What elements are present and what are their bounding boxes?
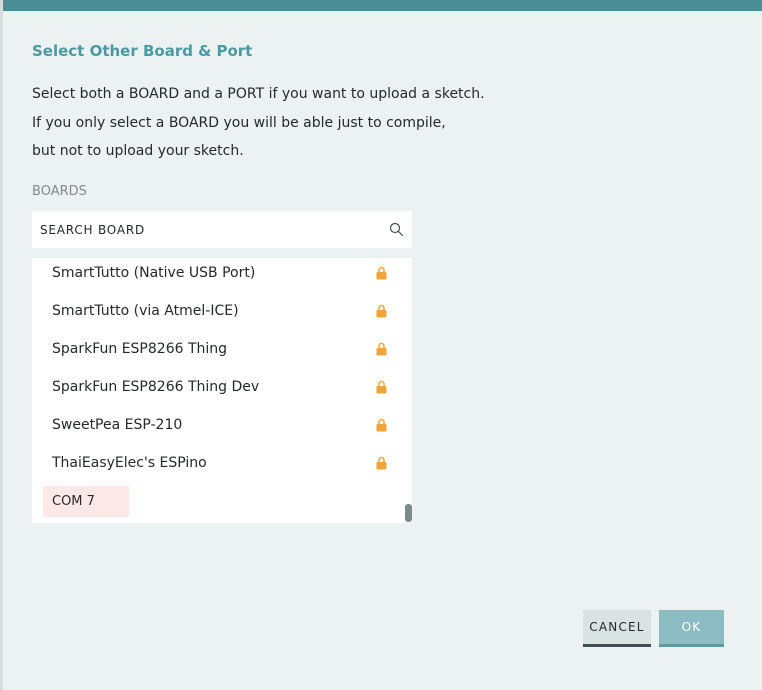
board-list-item[interactable]: SweetPea ESP-210	[32, 408, 397, 446]
board-label: SparkFun ESP8266 Thing	[52, 341, 228, 357]
port-item-com7[interactable]: COM 7	[43, 486, 129, 517]
list-scrollbar-thumb[interactable]	[405, 504, 412, 522]
search-icon[interactable]	[389, 222, 404, 237]
board-label: SmartTutto (via Atmel-ICE)	[52, 303, 239, 319]
board-list-item[interactable]: SparkFun ESP8266 Thing	[32, 332, 397, 370]
search-board-input[interactable]	[40, 211, 380, 248]
lock-icon	[376, 266, 387, 280]
lock-icon	[376, 304, 387, 318]
search-board-box	[32, 211, 412, 248]
port-label: COM 7	[52, 494, 95, 509]
boards-list[interactable]: SmartTutto (Native USB Port) SmartTutto …	[32, 258, 412, 523]
select-board-port-dialog: Select Other Board & Port Select both a …	[3, 0, 762, 690]
board-list-item[interactable]: SmartTutto (via Atmel-ICE)	[32, 294, 397, 332]
lock-icon	[376, 418, 387, 432]
lock-icon	[376, 380, 387, 394]
board-label: SweetPea ESP-210	[52, 417, 183, 433]
boards-label: BOARDS	[32, 184, 87, 199]
board-list-item[interactable]: SparkFun ESP8266 Thing Dev	[32, 370, 397, 408]
dialog-top-bar	[3, 0, 762, 11]
description-line-3: but not to upload your sketch.	[32, 143, 244, 159]
board-list-item[interactable]: ThaiEasyElec's ESPino	[32, 446, 397, 484]
board-list-item[interactable]: SmartTutto (Native USB Port)	[32, 258, 397, 294]
lock-icon	[376, 342, 387, 356]
lock-icon	[376, 456, 387, 470]
board-label: ThaiEasyElec's ESPino	[52, 455, 207, 471]
description-line-2: If you only select a BOARD you will be a…	[32, 115, 446, 131]
board-label: SmartTutto (Native USB Port)	[52, 265, 256, 281]
board-label: SparkFun ESP8266 Thing Dev	[52, 379, 260, 395]
description-line-1: Select both a BOARD and a PORT if you wa…	[32, 86, 485, 102]
ok-button[interactable]: OK	[659, 610, 724, 647]
cancel-button[interactable]: CANCEL	[583, 610, 651, 647]
dialog-title: Select Other Board & Port	[32, 42, 253, 60]
